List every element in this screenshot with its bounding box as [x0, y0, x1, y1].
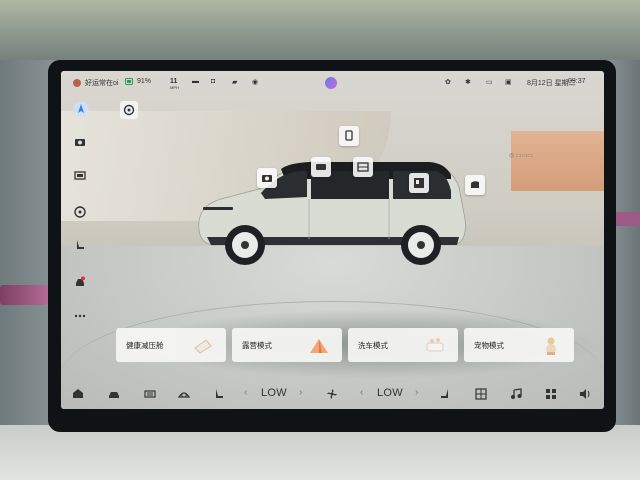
mode-label: 健康减压舱 [126, 341, 164, 350]
steering-wheel-icon[interactable] [74, 205, 86, 218]
background-seat [0, 425, 640, 480]
mode-label: 露营模式 [242, 341, 272, 350]
camera-icon[interactable]: ◘ [211, 78, 215, 85]
front-camera-hotspot[interactable] [257, 168, 277, 188]
sliding-door-hotspot[interactable] [409, 173, 429, 193]
front-defrost-icon[interactable] [178, 388, 190, 400]
temp-unit: MPH [170, 85, 179, 90]
pet-dog-icon [546, 337, 556, 355]
temp-value: 11 [170, 78, 178, 85]
mode-card-camping[interactable]: 露营模式 [232, 328, 342, 362]
music-icon[interactable] [510, 388, 522, 400]
battery-level: 91% [137, 78, 152, 85]
navigation-compass-icon[interactable] [73, 101, 89, 117]
mode-card-pet[interactable]: 宠物模式 [464, 328, 574, 362]
bluetooth-icon[interactable]: ✱ [465, 78, 471, 86]
camping-tent-icon [310, 339, 328, 353]
home-icon[interactable] [72, 388, 84, 400]
seat-heat-icon [345, 130, 353, 141]
recorder-icon[interactable]: ▰ [232, 78, 237, 86]
assistant-orb-icon[interactable] [325, 77, 337, 89]
apps-icon[interactable] [545, 388, 557, 400]
fan-right-increase[interactable]: › [415, 387, 418, 398]
battery-outline-icon: ▭ [486, 79, 493, 86]
folder-icon[interactable]: ▬ [192, 78, 199, 85]
mode-label: 洗车模式 [358, 341, 388, 350]
fan-icon[interactable] [326, 388, 338, 400]
360-view-button[interactable] [120, 101, 138, 119]
camera-rail-icon[interactable] [74, 135, 86, 147]
greeting-text: 好运常在oi [85, 80, 119, 87]
mode-card-wellness[interactable]: 健康减压舱 [116, 328, 226, 362]
cabin-light-icon [316, 164, 326, 170]
bottom-dock: ‹ LOW › ‹ LOW › [61, 379, 604, 409]
clock-text: 09:37 [568, 78, 586, 85]
fan-left-increase[interactable]: › [299, 387, 302, 398]
fan-left-level: LOW [261, 387, 287, 399]
car-control-icon[interactable] [108, 388, 120, 400]
media-icon[interactable]: ▣ [505, 78, 512, 86]
rear-defrost-icon[interactable] [144, 388, 156, 400]
driver-seat-icon[interactable] [213, 388, 225, 400]
wellness-pillow-icon [194, 339, 212, 354]
dashcam-icon [262, 175, 272, 182]
rotate-view-icon [123, 104, 135, 116]
avatar[interactable] [73, 79, 81, 87]
tailgate-icon [471, 181, 479, 188]
scene-panel [511, 131, 604, 191]
fan-left-decrease[interactable]: ‹ [244, 387, 247, 398]
status-bar: 好运常在oi 91% 11 MPH ▬ ◘ ▰ ◉ ✿ ✱ ▭ ▣ 8月12日 … [61, 71, 604, 97]
car-screen-icon[interactable] [74, 168, 86, 180]
sunroof-icon [357, 162, 369, 172]
sliding-door-icon [414, 178, 424, 188]
volume-icon[interactable] [579, 388, 591, 400]
sunroof-hotspot[interactable] [353, 157, 373, 177]
car-wash-icon [426, 338, 444, 352]
seat-icon[interactable] [74, 238, 86, 250]
battery-icon [125, 78, 134, 87]
infotainment-screen: 好运常在oi 91% 11 MPH ▬ ◘ ▰ ◉ ✿ ✱ ▭ ▣ 8月12日 … [61, 71, 604, 409]
app-grid-mini-icon[interactable] [475, 388, 487, 400]
cabin-hotspot[interactable] [311, 157, 331, 177]
climate-car-icon[interactable] [74, 275, 86, 287]
scene-brand-mark: ◎ ▭▭▭ [509, 153, 533, 159]
tailgate-hotspot[interactable] [465, 175, 485, 195]
wifi-icon[interactable]: ◉ [252, 78, 258, 86]
more-icon[interactable] [74, 309, 86, 321]
fan-status-icon[interactable]: ✿ [445, 78, 451, 86]
ambient-light-right [612, 212, 640, 226]
mode-label: 宠物模式 [474, 341, 504, 350]
fan-right-decrease[interactable]: ‹ [360, 387, 363, 398]
mode-card-carwash[interactable]: 洗车模式 [348, 328, 458, 362]
seat-hotspot[interactable] [339, 126, 359, 146]
fan-right-level: LOW [377, 387, 403, 399]
passenger-seat-icon[interactable] [439, 388, 451, 400]
ambient-light-left [0, 285, 48, 305]
